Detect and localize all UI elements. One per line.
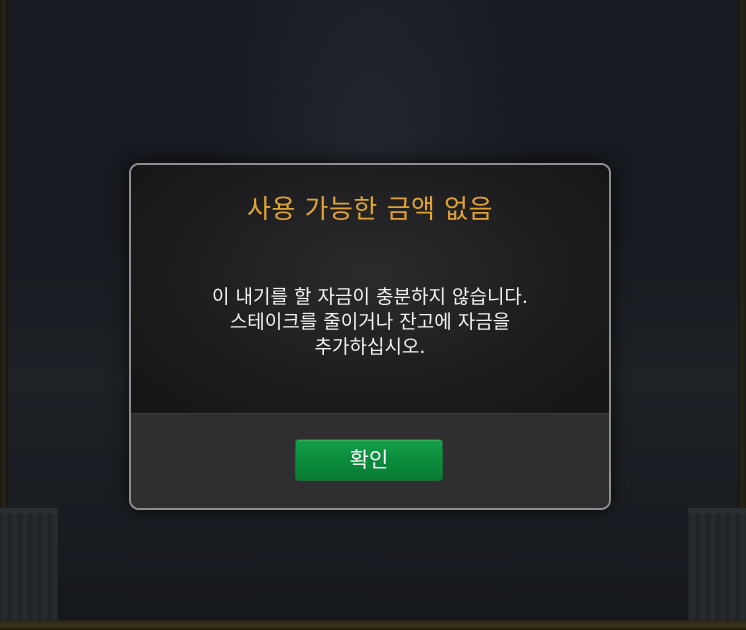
confirm-button[interactable]: 확인 xyxy=(295,439,443,481)
dialog-message-line: 이 내기를 할 자금이 충분하지 않습니다. xyxy=(212,286,528,308)
dialog-message-line: 스테이크를 줄이거나 잔고에 자금을 xyxy=(229,311,511,333)
dialog-message-line: 추가하십시오. xyxy=(314,336,426,358)
insufficient-funds-dialog: 사용 가능한 금액 없음 이 내기를 할 자금이 충분하지 않습니다. 스테이크… xyxy=(129,163,611,510)
dialog-message: 이 내기를 할 자금이 충분하지 않습니다. 스테이크를 줄이거나 잔고에 자금… xyxy=(171,285,569,360)
dialog-body: 사용 가능한 금액 없음 이 내기를 할 자금이 충분하지 않습니다. 스테이크… xyxy=(131,165,609,414)
dialog-title: 사용 가능한 금액 없음 xyxy=(246,195,494,225)
dialog-footer: 확인 xyxy=(131,414,609,508)
